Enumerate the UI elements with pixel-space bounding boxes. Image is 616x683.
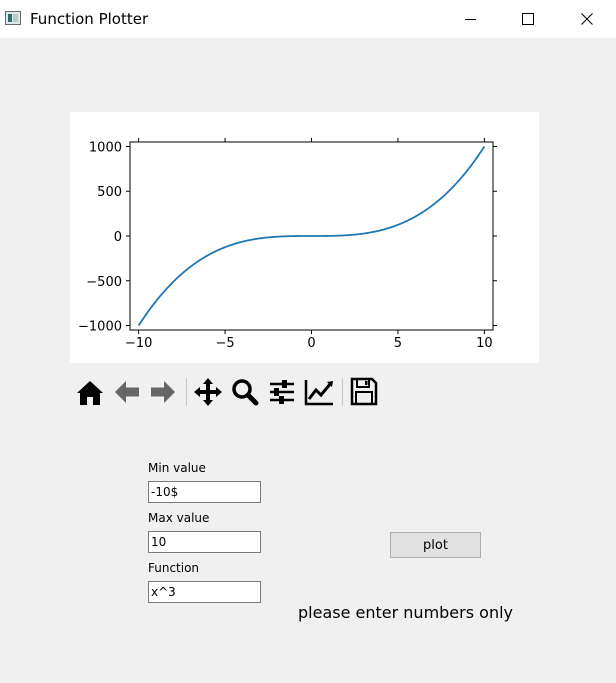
back-button[interactable] — [111, 375, 143, 409]
function-label: Function — [148, 561, 200, 575]
plot-canvas[interactable]: −10 −5 0 5 10 1000 500 0 −500 −1000 — [70, 112, 539, 363]
close-icon — [581, 13, 593, 25]
edit-axes-icon — [304, 380, 333, 406]
x-tick-label: −5 — [215, 336, 234, 351]
edit-axes-button[interactable] — [303, 375, 335, 409]
x-tick-label: −10 — [125, 336, 152, 351]
zoom-icon — [232, 379, 259, 406]
max-value-label: Max value — [148, 511, 210, 525]
pan-button[interactable] — [192, 375, 224, 409]
min-value-input[interactable] — [148, 481, 261, 503]
back-arrow-icon — [115, 381, 139, 403]
subplots-config-icon — [270, 380, 294, 404]
home-icon — [77, 381, 103, 405]
series-line — [137, 145, 486, 327]
plot-button[interactable]: plot — [390, 532, 481, 558]
y-tick-label: 1000 — [89, 140, 122, 155]
zoom-button[interactable] — [229, 375, 261, 409]
save-icon — [350, 377, 378, 406]
title-bar: Function Plotter — [0, 0, 616, 38]
min-value-label: Min value — [148, 461, 206, 475]
maximize-button[interactable] — [505, 0, 551, 38]
home-button[interactable] — [74, 375, 106, 409]
max-value-input[interactable] — [148, 531, 261, 553]
minimize-icon — [465, 19, 476, 20]
app-icon — [5, 11, 21, 25]
window-title: Function Plotter — [30, 10, 149, 28]
minimize-button[interactable] — [447, 0, 493, 38]
y-tick-label: −500 — [86, 275, 122, 290]
forward-button[interactable] — [147, 375, 179, 409]
forward-arrow-icon — [151, 381, 175, 403]
maximize-icon — [522, 13, 534, 25]
x-tick-label: 0 — [307, 336, 315, 351]
error-message: please enter numbers only — [298, 603, 513, 622]
close-button[interactable] — [564, 0, 610, 38]
navigation-toolbar — [74, 375, 384, 409]
function-input[interactable] — [148, 581, 261, 603]
y-tick-label: 0 — [114, 230, 122, 245]
y-tick-label: −1000 — [78, 320, 122, 335]
save-button[interactable] — [348, 375, 380, 409]
cubic-function-chart: −10 −5 0 5 10 1000 500 0 −500 −1000 — [78, 138, 497, 351]
x-tick-label: 10 — [476, 336, 493, 351]
toolbar-separator — [342, 378, 343, 406]
x-tick-label: 5 — [394, 336, 402, 351]
y-tick-label: 500 — [97, 185, 122, 200]
pan-icon — [194, 378, 222, 406]
configure-subplots-button[interactable] — [266, 375, 298, 409]
toolbar-separator — [186, 378, 187, 406]
